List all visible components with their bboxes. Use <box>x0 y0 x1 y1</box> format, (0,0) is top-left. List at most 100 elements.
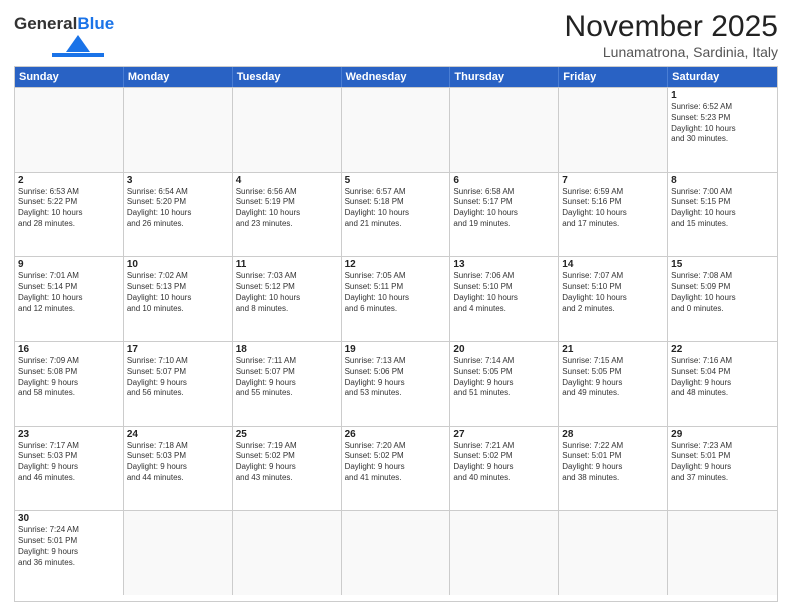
day-number: 23 <box>18 429 120 440</box>
weekday-wednesday: Wednesday <box>342 67 451 87</box>
cal-cell-w3-d6: 15Sunrise: 7:08 AM Sunset: 5:09 PM Dayli… <box>668 257 777 341</box>
day-info: Sunrise: 7:00 AM Sunset: 5:15 PM Dayligh… <box>671 187 774 230</box>
page: GeneralBlue November 2025 Lunamatrona, S… <box>0 0 792 612</box>
day-number: 10 <box>127 259 229 270</box>
day-info: Sunrise: 6:54 AM Sunset: 5:20 PM Dayligh… <box>127 187 229 230</box>
cal-cell-w4-d6: 22Sunrise: 7:16 AM Sunset: 5:04 PM Dayli… <box>668 342 777 426</box>
logo-general: General <box>14 14 77 34</box>
week-row-4: 16Sunrise: 7:09 AM Sunset: 5:08 PM Dayli… <box>15 341 777 426</box>
day-info: Sunrise: 7:24 AM Sunset: 5:01 PM Dayligh… <box>18 525 120 568</box>
cal-cell-w5-d0: 23Sunrise: 7:17 AM Sunset: 5:03 PM Dayli… <box>15 427 124 511</box>
cal-cell-w1-d2 <box>233 88 342 172</box>
day-number: 11 <box>236 259 338 270</box>
day-info: Sunrise: 7:20 AM Sunset: 5:02 PM Dayligh… <box>345 441 447 484</box>
day-number: 29 <box>671 429 774 440</box>
day-number: 24 <box>127 429 229 440</box>
day-number: 25 <box>236 429 338 440</box>
day-number: 1 <box>671 90 774 101</box>
cal-cell-w1-d1 <box>124 88 233 172</box>
day-info: Sunrise: 7:16 AM Sunset: 5:04 PM Dayligh… <box>671 356 774 399</box>
day-info: Sunrise: 7:06 AM Sunset: 5:10 PM Dayligh… <box>453 271 555 314</box>
cal-cell-w3-d1: 10Sunrise: 7:02 AM Sunset: 5:13 PM Dayli… <box>124 257 233 341</box>
weekday-monday: Monday <box>124 67 233 87</box>
day-number: 22 <box>671 344 774 355</box>
day-info: Sunrise: 7:19 AM Sunset: 5:02 PM Dayligh… <box>236 441 338 484</box>
weekday-saturday: Saturday <box>668 67 777 87</box>
day-number: 28 <box>562 429 664 440</box>
day-number: 6 <box>453 175 555 186</box>
cal-cell-w2-d3: 5Sunrise: 6:57 AM Sunset: 5:18 PM Daylig… <box>342 173 451 257</box>
cal-cell-w2-d4: 6Sunrise: 6:58 AM Sunset: 5:17 PM Daylig… <box>450 173 559 257</box>
day-number: 19 <box>345 344 447 355</box>
cal-cell-w6-d0: 30Sunrise: 7:24 AM Sunset: 5:01 PM Dayli… <box>15 511 124 595</box>
day-info: Sunrise: 7:01 AM Sunset: 5:14 PM Dayligh… <box>18 271 120 314</box>
header: GeneralBlue November 2025 Lunamatrona, S… <box>14 10 778 60</box>
weekday-thursday: Thursday <box>450 67 559 87</box>
cal-cell-w3-d2: 11Sunrise: 7:03 AM Sunset: 5:12 PM Dayli… <box>233 257 342 341</box>
week-row-6: 30Sunrise: 7:24 AM Sunset: 5:01 PM Dayli… <box>15 510 777 595</box>
day-info: Sunrise: 7:14 AM Sunset: 5:05 PM Dayligh… <box>453 356 555 399</box>
day-info: Sunrise: 7:15 AM Sunset: 5:05 PM Dayligh… <box>562 356 664 399</box>
cal-cell-w1-d6: 1Sunrise: 6:52 AM Sunset: 5:23 PM Daylig… <box>668 88 777 172</box>
cal-cell-w1-d5 <box>559 88 668 172</box>
day-number: 30 <box>18 513 120 524</box>
day-number: 5 <box>345 175 447 186</box>
day-info: Sunrise: 6:58 AM Sunset: 5:17 PM Dayligh… <box>453 187 555 230</box>
weekday-tuesday: Tuesday <box>233 67 342 87</box>
title-block: November 2025 Lunamatrona, Sardinia, Ita… <box>565 10 778 60</box>
day-info: Sunrise: 6:59 AM Sunset: 5:16 PM Dayligh… <box>562 187 664 230</box>
day-number: 15 <box>671 259 774 270</box>
cal-cell-w1-d0 <box>15 88 124 172</box>
cal-cell-w4-d0: 16Sunrise: 7:09 AM Sunset: 5:08 PM Dayli… <box>15 342 124 426</box>
calendar-title: November 2025 <box>565 10 778 44</box>
cal-cell-w5-d6: 29Sunrise: 7:23 AM Sunset: 5:01 PM Dayli… <box>668 427 777 511</box>
logo-bar <box>52 53 104 57</box>
week-row-5: 23Sunrise: 7:17 AM Sunset: 5:03 PM Dayli… <box>15 426 777 511</box>
week-row-3: 9Sunrise: 7:01 AM Sunset: 5:14 PM Daylig… <box>15 256 777 341</box>
cal-cell-w4-d5: 21Sunrise: 7:15 AM Sunset: 5:05 PM Dayli… <box>559 342 668 426</box>
day-info: Sunrise: 7:08 AM Sunset: 5:09 PM Dayligh… <box>671 271 774 314</box>
cal-cell-w6-d5 <box>559 511 668 595</box>
cal-cell-w1-d4 <box>450 88 559 172</box>
cal-cell-w3-d4: 13Sunrise: 7:06 AM Sunset: 5:10 PM Dayli… <box>450 257 559 341</box>
day-number: 20 <box>453 344 555 355</box>
logo: GeneralBlue <box>14 10 114 57</box>
day-info: Sunrise: 7:18 AM Sunset: 5:03 PM Dayligh… <box>127 441 229 484</box>
day-info: Sunrise: 7:03 AM Sunset: 5:12 PM Dayligh… <box>236 271 338 314</box>
week-row-1: 1Sunrise: 6:52 AM Sunset: 5:23 PM Daylig… <box>15 87 777 172</box>
calendar: Sunday Monday Tuesday Wednesday Thursday… <box>14 66 778 602</box>
day-info: Sunrise: 7:05 AM Sunset: 5:11 PM Dayligh… <box>345 271 447 314</box>
day-info: Sunrise: 6:57 AM Sunset: 5:18 PM Dayligh… <box>345 187 447 230</box>
week-row-2: 2Sunrise: 6:53 AM Sunset: 5:22 PM Daylig… <box>15 172 777 257</box>
day-number: 17 <box>127 344 229 355</box>
cal-cell-w6-d2 <box>233 511 342 595</box>
day-number: 3 <box>127 175 229 186</box>
day-info: Sunrise: 7:10 AM Sunset: 5:07 PM Dayligh… <box>127 356 229 399</box>
calendar-body: 1Sunrise: 6:52 AM Sunset: 5:23 PM Daylig… <box>15 87 777 595</box>
cal-cell-w6-d4 <box>450 511 559 595</box>
cal-cell-w3-d0: 9Sunrise: 7:01 AM Sunset: 5:14 PM Daylig… <box>15 257 124 341</box>
cal-cell-w3-d5: 14Sunrise: 7:07 AM Sunset: 5:10 PM Dayli… <box>559 257 668 341</box>
day-number: 9 <box>18 259 120 270</box>
cal-cell-w4-d3: 19Sunrise: 7:13 AM Sunset: 5:06 PM Dayli… <box>342 342 451 426</box>
day-number: 26 <box>345 429 447 440</box>
day-info: Sunrise: 7:21 AM Sunset: 5:02 PM Dayligh… <box>453 441 555 484</box>
logo-blue: Blue <box>77 14 114 34</box>
cal-cell-w2-d5: 7Sunrise: 6:59 AM Sunset: 5:16 PM Daylig… <box>559 173 668 257</box>
day-number: 7 <box>562 175 664 186</box>
calendar-subtitle: Lunamatrona, Sardinia, Italy <box>565 44 778 60</box>
day-number: 4 <box>236 175 338 186</box>
weekday-sunday: Sunday <box>15 67 124 87</box>
cal-cell-w2-d2: 4Sunrise: 6:56 AM Sunset: 5:19 PM Daylig… <box>233 173 342 257</box>
weekday-friday: Friday <box>559 67 668 87</box>
day-info: Sunrise: 7:23 AM Sunset: 5:01 PM Dayligh… <box>671 441 774 484</box>
cal-cell-w2-d1: 3Sunrise: 6:54 AM Sunset: 5:20 PM Daylig… <box>124 173 233 257</box>
cal-cell-w4-d2: 18Sunrise: 7:11 AM Sunset: 5:07 PM Dayli… <box>233 342 342 426</box>
cal-cell-w2-d6: 8Sunrise: 7:00 AM Sunset: 5:15 PM Daylig… <box>668 173 777 257</box>
calendar-header: Sunday Monday Tuesday Wednesday Thursday… <box>15 67 777 87</box>
day-number: 8 <box>671 175 774 186</box>
day-info: Sunrise: 7:22 AM Sunset: 5:01 PM Dayligh… <box>562 441 664 484</box>
cal-cell-w2-d0: 2Sunrise: 6:53 AM Sunset: 5:22 PM Daylig… <box>15 173 124 257</box>
day-number: 27 <box>453 429 555 440</box>
cal-cell-w5-d5: 28Sunrise: 7:22 AM Sunset: 5:01 PM Dayli… <box>559 427 668 511</box>
